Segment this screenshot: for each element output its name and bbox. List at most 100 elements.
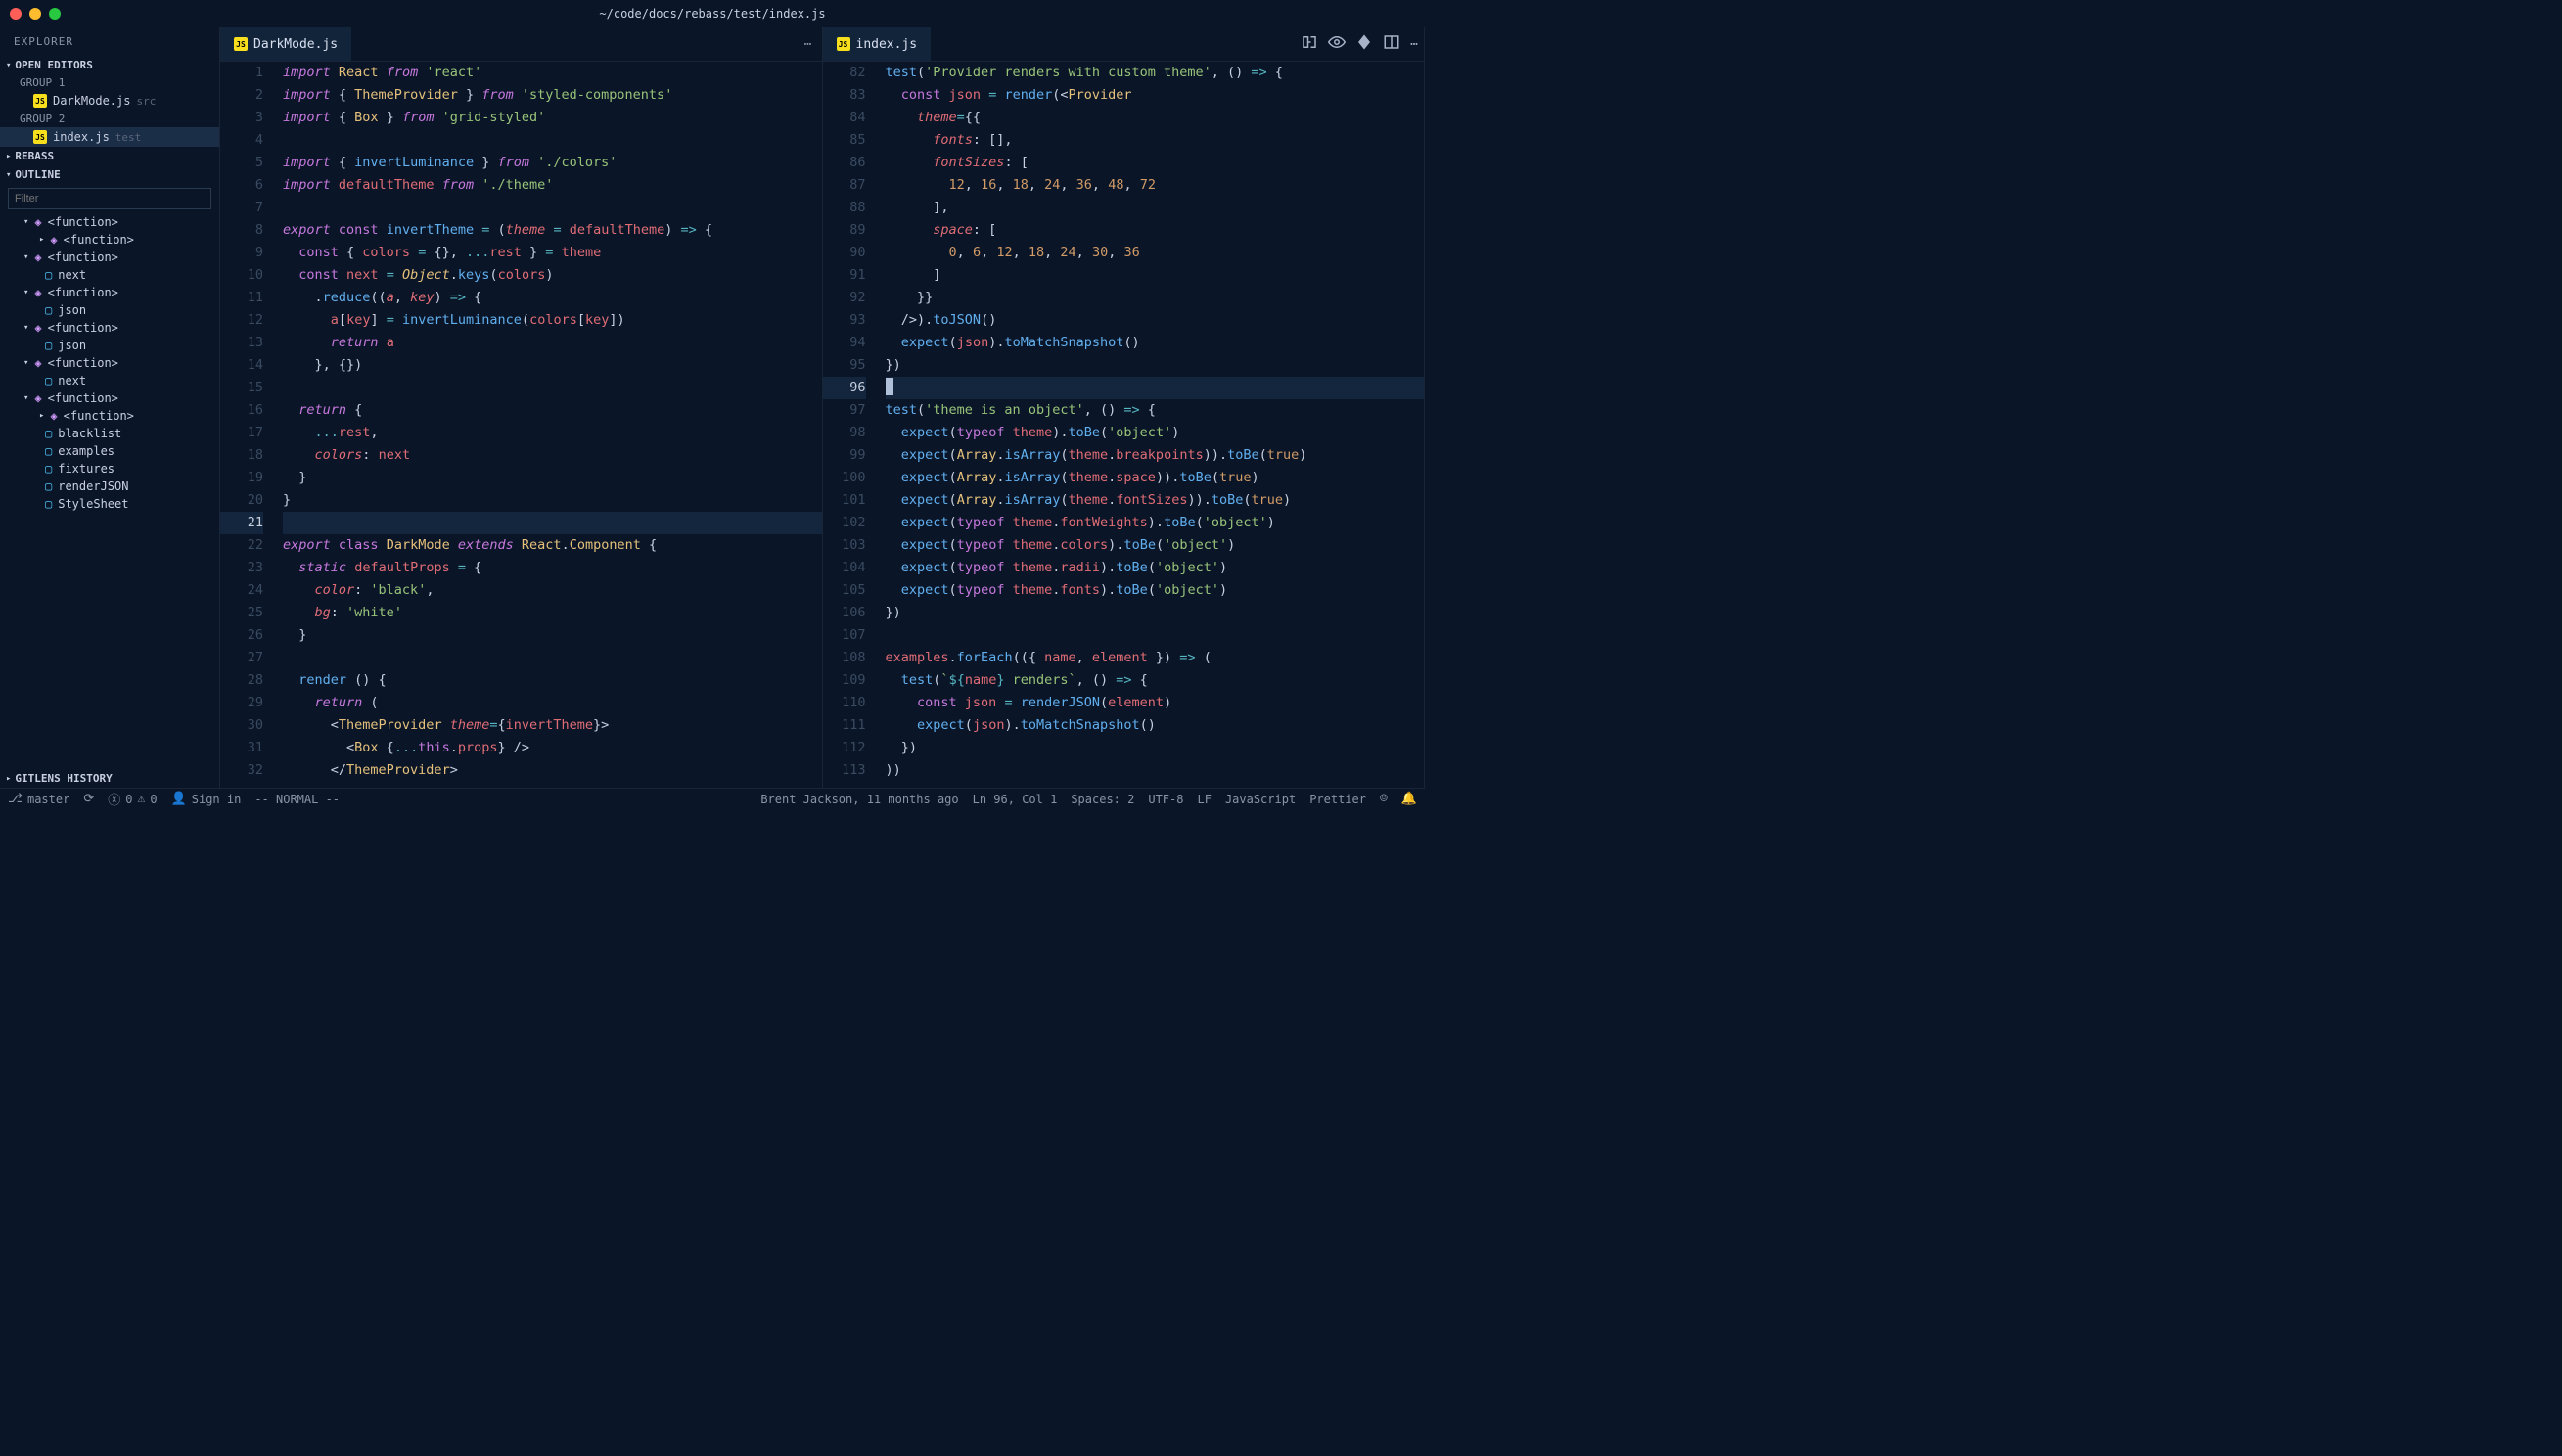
variable-icon: ▢ [45,374,52,387]
warning-icon: ⚠ [138,792,146,806]
variable-icon: ▢ [45,444,52,458]
outline-label: json [58,339,86,352]
file-name: index.js [53,130,110,144]
error-count: 0 [125,793,132,806]
eol[interactable]: LF [1197,793,1211,806]
outline-item[interactable]: ▢ blacklist [0,425,219,442]
compare-changes-icon[interactable] [1301,33,1318,55]
outline-item[interactable]: ▢renderJSON [0,478,219,495]
outline-label: json [58,303,86,317]
outline-item[interactable]: ▢next [0,372,219,389]
code-area-right[interactable]: 8283848586878889909192939495969798991001… [823,62,1425,788]
outline-label: blacklist [58,427,121,440]
expand-icon: ▾ [23,252,28,262]
variable-icon: ▢ [45,427,52,440]
eye-icon[interactable] [1328,33,1346,55]
open-editor-index[interactable]: JS index.js test [0,127,219,147]
chevron-right-icon: ▸ [6,774,11,784]
explorer-label: EXPLORER [0,27,219,56]
cursor-position[interactable]: Ln 96, Col 1 [973,793,1058,806]
problems[interactable]: ⓧ 0 ⚠ 0 [108,790,157,808]
gitlens-section[interactable]: ▸ GITLENS HISTORY [0,769,219,788]
rebass-label: REBASS [15,150,54,162]
gutter-right: 8283848586878889909192939495969798991001… [823,62,878,788]
outline-item[interactable]: ▾◈<function> [0,354,219,372]
outline-section[interactable]: ▾ OUTLINE [0,165,219,184]
git-branch[interactable]: ⎇ master [8,792,69,806]
indentation[interactable]: Spaces: 2 [1071,793,1134,806]
outline-item[interactable]: ▢ StyleSheet [0,495,219,513]
gitlens-label: GITLENS HISTORY [15,772,112,785]
outline-label: <function> [48,215,118,229]
tabs-left: JS DarkMode.js ⋯ [220,27,822,62]
outline-list: ▾◈<function>▸◈<function>▾◈<function>▢nex… [0,213,219,513]
chevron-down-icon: ▾ [6,170,11,180]
file-dir: test [115,131,142,144]
variable-icon: ▢ [45,339,52,352]
gitlens-blame[interactable]: Brent Jackson, 11 months ago [760,793,958,806]
outline-label: <function> [48,321,118,335]
prettier-status[interactable]: Prettier [1309,793,1366,806]
tab-label: index.js [856,37,918,52]
tab-darkmode[interactable]: JS DarkMode.js [220,27,351,61]
split-editor-icon[interactable] [1383,33,1400,55]
function-icon: ◈ [34,321,41,335]
sync-icon: ⟳ [83,792,94,806]
diff-icon[interactable] [1355,33,1373,55]
outline-item[interactable]: ▾ ◈ <function> [0,319,219,337]
code-left[interactable]: import React from 'react'import { ThemeP… [275,62,822,788]
outline-label: renderJSON [58,479,128,493]
error-icon: ⓧ [108,790,120,808]
warning-count: 0 [150,793,157,806]
function-icon: ◈ [50,233,57,247]
person-icon: 👤 [171,792,187,806]
expand-icon: ▾ [23,217,28,227]
outline-item[interactable]: ▢fixtures [0,460,219,478]
chevron-right-icon: ▸ [6,152,11,161]
outline-item[interactable]: ▾◈<function> [0,249,219,266]
more-icon[interactable]: ⋯ [804,37,812,52]
language-mode[interactable]: JavaScript [1225,793,1296,806]
more-icon[interactable]: ⋯ [1410,37,1418,52]
sync-button[interactable]: ⟳ [83,792,94,806]
encoding[interactable]: UTF-8 [1148,793,1183,806]
code-area-left[interactable]: 1234567891011121314151617181920212223242… [220,62,822,788]
open-editors-label: OPEN EDITORS [15,59,92,71]
outline-item[interactable]: ▸◈<function> [0,231,219,249]
outline-item[interactable]: ▢next [0,266,219,284]
outline-item[interactable]: ▾◈<function> [0,389,219,407]
file-name: DarkMode.js [53,94,130,108]
bell-icon[interactable]: 🔔 [1401,792,1417,806]
open-editors-section[interactable]: ▾ OPEN EDITORS [0,56,219,74]
outline-label: fixtures [58,462,114,476]
outline-item[interactable]: ▢examples [0,442,219,460]
feedback-icon[interactable]: ☺ [1380,792,1388,806]
branch-name: master [27,793,69,806]
open-editor-darkmode[interactable]: JS DarkMode.js src [0,91,219,111]
outline-item[interactable]: ▸◈<function> [0,407,219,425]
rebass-section[interactable]: ▸ REBASS [0,147,219,165]
outline-item[interactable]: ▾◈<function> [0,213,219,231]
outline-item[interactable]: ▾◈<function> [0,284,219,301]
variable-icon: ▢ [45,303,52,317]
outline-label: <function> [48,391,118,405]
function-icon: ◈ [50,409,57,423]
branch-icon: ⎇ [8,792,23,806]
outline-item[interactable]: ▢ json [0,337,219,354]
tab-index[interactable]: JS index.js [823,27,932,61]
outline-item[interactable]: ▢ json [0,301,219,319]
outline-label: <function> [48,250,118,264]
outline-label: <function> [64,409,134,423]
function-icon: ◈ [34,356,41,370]
expand-icon: ▾ [23,323,28,333]
code-right[interactable]: test('Provider renders with custom theme… [878,62,1425,788]
gutter-left: 1234567891011121314151617181920212223242… [220,62,275,788]
signin-button[interactable]: 👤 Sign in [171,792,242,806]
expand-icon: ▾ [23,358,28,368]
js-file-icon: JS [837,37,850,51]
variable-icon: ▢ [45,497,52,511]
outline-filter-input[interactable] [8,188,211,209]
outline-label: StyleSheet [58,497,128,511]
js-file-icon: JS [33,94,47,108]
editor-group: JS DarkMode.js ⋯ 12345678910111213141516… [220,27,1425,788]
